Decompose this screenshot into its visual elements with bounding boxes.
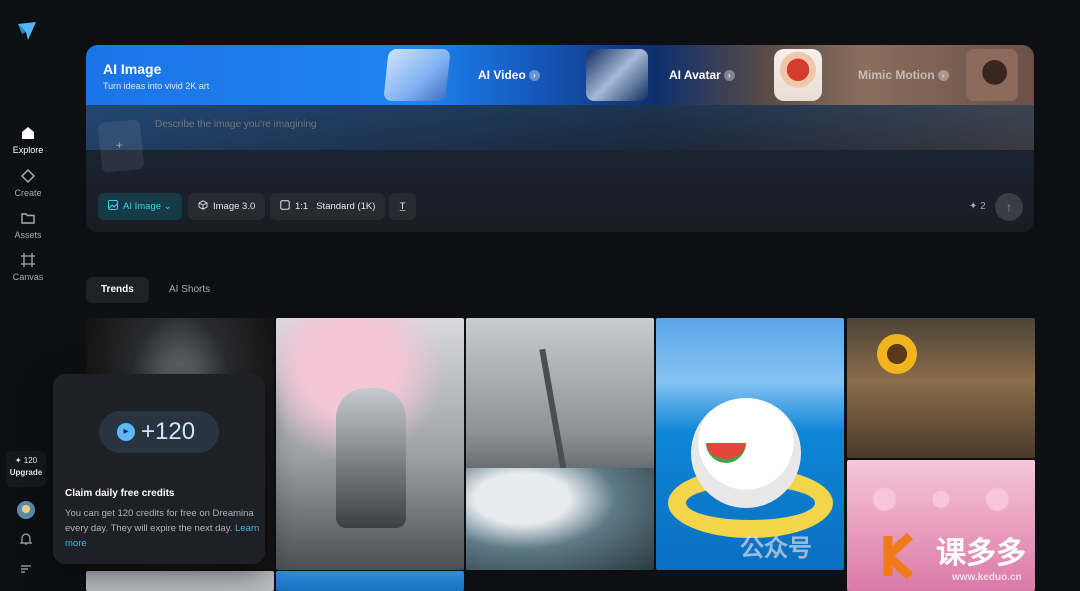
tab-ai-image-subtitle: Turn ideas into vivid 2K art [103,81,210,91]
menu-icon[interactable] [19,562,33,576]
model-dropdown[interactable]: AI Image ⌄ [98,193,182,220]
sidebar-item-create[interactable]: Create [0,168,56,198]
credit-cost: ✦ 2 [969,201,986,212]
cube-icon [198,200,208,210]
quality-label: Standard (1K) [316,201,376,212]
aspect-ratio-button[interactable]: 1:1 Standard (1K) [270,193,386,220]
tab-mimic-motion-label: Mimic Motion [858,68,935,82]
model-version-label: Image 3.0 [213,201,256,212]
ai-image-thumbnail [383,49,451,101]
chevron-down-icon: ⌄ [163,201,172,212]
create-panel: AI Image Turn ideas into vivid 2K art AI… [86,45,1034,232]
folder-icon [21,213,35,224]
model-version-button[interactable]: Image 3.0 [188,193,266,220]
tab-mimic-motion[interactable]: Mimic Motion › [858,68,949,82]
credits-amount: +120 [141,418,196,445]
canvas-icon [21,253,35,267]
chevron-right-icon: › [723,70,735,81]
popup-description-text: You can get 120 credits for free on Drea… [65,508,254,534]
plus-icon: + [115,137,124,153]
keduo-logo-icon [883,532,914,580]
tab-ai-avatar[interactable]: AI Avatar › [669,68,735,82]
sidebar: Explore Create Assets Canvas ✦ 120 Upgra… [0,0,56,591]
image-icon [108,200,118,210]
image-upload-button[interactable]: + [97,118,145,174]
tab-ai-image-title[interactable]: AI Image [103,61,161,77]
bell-icon[interactable] [19,532,33,546]
sunflower-figure [877,334,917,374]
diamond-icon [20,168,36,184]
popup-description: You can get 120 credits for free on Drea… [65,506,260,551]
daily-credits-popup: ▸ +120 Claim daily free credits You can … [53,374,265,564]
text-format-icon: T̲ [399,201,406,212]
wave-figure [466,468,654,570]
gallery-image[interactable] [276,318,464,570]
chevron-right-icon: › [937,70,949,81]
watermark-text: 公众号 [740,535,812,562]
tab-ai-video-label: AI Video [478,68,526,82]
ai-avatar-thumbnail [774,49,822,101]
sidebar-item-label: Create [14,188,42,198]
sidebar-item-assets[interactable]: Assets [0,210,56,240]
square-ratio-icon [280,200,290,210]
tab-ai-shorts[interactable]: AI Shorts [154,277,225,303]
chevron-right-icon: › [528,70,540,81]
tab-ai-avatar-label: AI Avatar [669,68,721,82]
prompt-input[interactable] [155,119,855,130]
home-icon [22,127,34,139]
tab-ai-video[interactable]: AI Video › [478,68,540,82]
sidebar-item-label: Assets [14,230,42,240]
gallery-image[interactable] [466,318,654,570]
cat-figure [691,398,801,508]
avatar[interactable] [17,501,35,519]
credits-pill: ▸ +120 [99,411,219,453]
sidebar-item-explore[interactable]: Explore [0,125,56,155]
robot-figure [336,388,406,528]
generate-button[interactable]: ↑ [995,193,1023,221]
popup-title: Claim daily free credits [65,488,175,499]
model-dropdown-label: AI Image [123,201,162,212]
sidebar-item-canvas[interactable]: Canvas [0,252,56,282]
credit-coin-icon: ▸ [117,423,135,441]
gallery-image[interactable] [847,318,1035,458]
upgrade-credits: ✦ 120 [14,456,38,465]
text-style-button[interactable]: T̲ [389,193,416,220]
gallery-image[interactable] [86,571,274,591]
ai-video-thumbnail [586,49,648,101]
tab-trends[interactable]: Trends [86,277,149,303]
watermark-url: www.keduo.cn [952,572,1022,583]
sidebar-item-label: Canvas [12,272,44,282]
mimic-motion-thumbnail [966,49,1018,101]
gallery-image[interactable] [276,571,464,591]
arrow-up-icon: ↑ [1006,200,1012,214]
watermark-brand: 课多多 [936,537,1026,570]
sidebar-item-label: Explore [12,145,44,155]
upgrade-button[interactable]: ✦ 120 Upgrade [6,451,46,487]
dreamina-logo-icon[interactable] [16,20,38,42]
upgrade-label: Upgrade [9,468,43,477]
aspect-ratio-label: 1:1 [295,201,309,212]
